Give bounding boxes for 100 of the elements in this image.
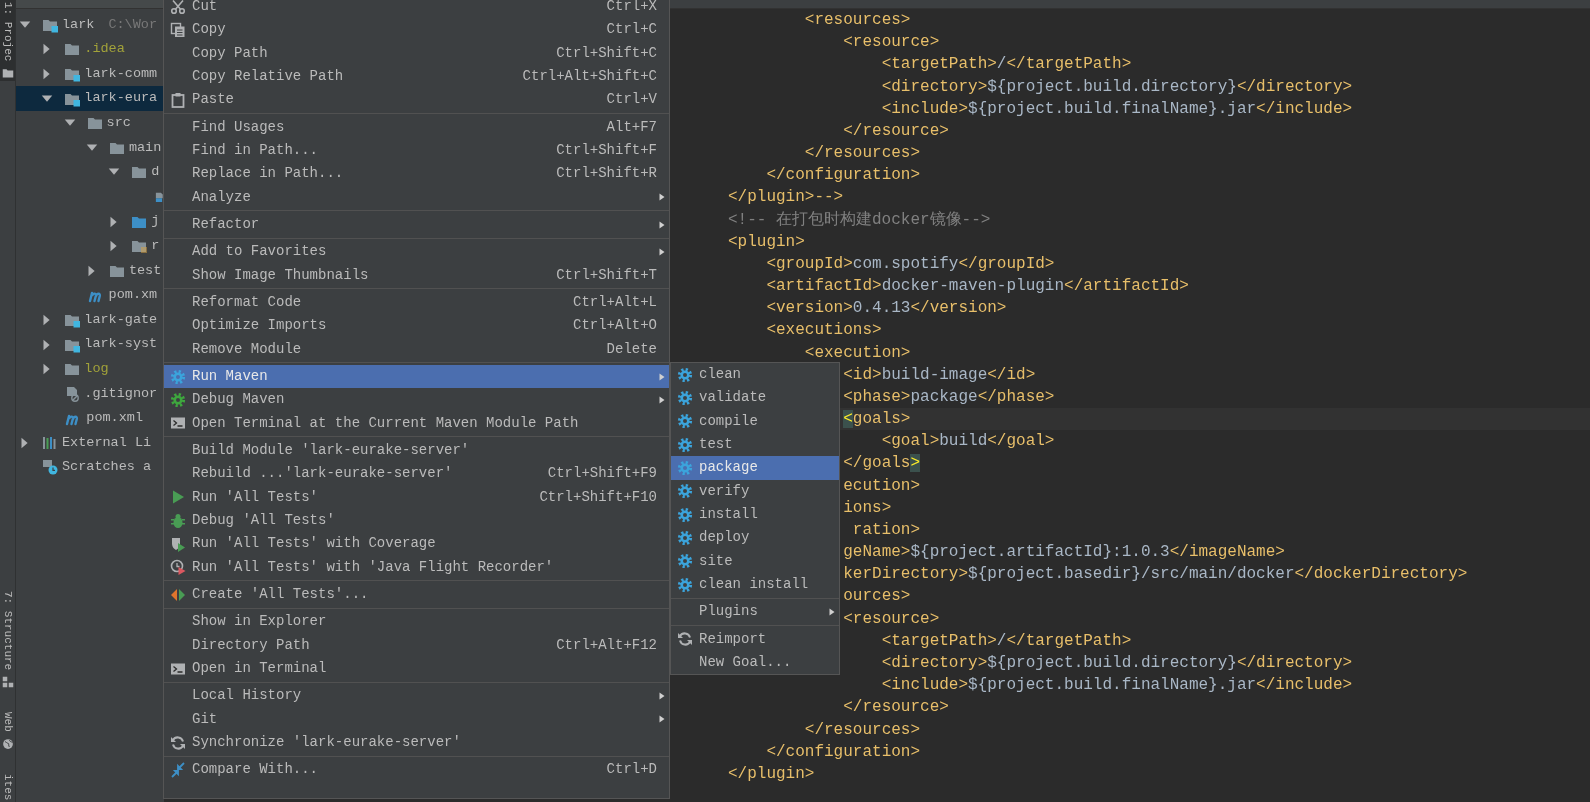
menu-item[interactable]: test xyxy=(671,433,839,457)
gear-icon xyxy=(677,413,693,430)
tree-item[interactable]: .idea xyxy=(16,37,164,62)
menu-item[interactable]: compile xyxy=(671,409,839,433)
menu-item[interactable]: Copy Path Ctrl+Shift+C xyxy=(164,41,669,65)
code-line: </resource> xyxy=(843,120,949,142)
menu-item[interactable]: verify xyxy=(671,479,839,503)
bug-icon xyxy=(170,512,186,529)
menu-item[interactable]: clean xyxy=(671,363,839,387)
menu-item[interactable]: Open in Terminal xyxy=(164,656,669,681)
code-line: <artifactId>docker-maven-plugin</artifactId> xyxy=(766,276,1189,298)
terminal-icon xyxy=(170,415,186,432)
tree-item[interactable]: log xyxy=(16,356,164,382)
menu-item[interactable]: New Goal... xyxy=(671,650,839,675)
menu-item[interactable]: Run Maven xyxy=(164,364,669,389)
code-line: <goals> xyxy=(843,409,911,431)
code-line: geName>${project.artifactId}:1.0.3</imageName> xyxy=(843,542,1285,564)
menu-item[interactable]: Refactor xyxy=(164,212,669,237)
code-line: <executions> xyxy=(766,320,882,342)
code-line: <include>${project.build.finalName}.jar</include> xyxy=(881,675,1353,697)
tree-item[interactable]: d xyxy=(16,160,164,185)
menu-item[interactable]: Paste Ctrl+V xyxy=(164,88,669,112)
menu-item[interactable]: Open Terminal at the Current Maven Module Path xyxy=(164,411,669,435)
menu-item[interactable]: Cut Ctrl+X xyxy=(164,0,669,19)
tool-window-button[interactable]: 1: Projec xyxy=(0,0,15,82)
code-line: ources> xyxy=(843,586,911,608)
menu-item[interactable]: validate xyxy=(671,386,839,410)
menu-item[interactable]: Replace in Path... Ctrl+Shift+R xyxy=(164,162,669,186)
tree-item[interactable]: main xyxy=(16,135,164,161)
menu-item[interactable]: Run 'All Tests' with 'Java Flight Recorder' xyxy=(164,555,669,579)
gear-icon xyxy=(170,368,186,385)
menu-item[interactable]: Find Usages Alt+F7 xyxy=(164,115,669,139)
clipboard-icon xyxy=(170,91,186,108)
menu-item[interactable]: Remove Module Delete xyxy=(164,337,669,361)
menu-item[interactable]: Plugins xyxy=(671,600,839,624)
menu-item[interactable]: Copy Relative Path Ctrl+Alt+Shift+C xyxy=(164,65,669,89)
tree-item[interactable]: test xyxy=(16,258,164,284)
menu-item[interactable]: Synchronize 'lark-eurake-server' xyxy=(164,730,669,755)
folder-icon xyxy=(86,115,103,132)
menu-item[interactable]: install xyxy=(671,502,839,527)
code-line: <directory>${project.build.directory}</directory> xyxy=(881,76,1353,98)
gear-icon xyxy=(677,506,693,523)
menu-item[interactable]: Reimport xyxy=(671,627,839,651)
tree-item[interactable]: Scratches a xyxy=(16,455,164,480)
tree-item[interactable]: lark-comm xyxy=(16,61,164,87)
menu-item[interactable]: Rebuild ...'lark-eurake-server' Ctrl+Shift+F9 xyxy=(164,462,669,486)
menu-item[interactable]: Find in Path... Ctrl+Shift+F xyxy=(164,138,669,163)
tool-window-button[interactable]: 7: Structure xyxy=(0,588,15,690)
tool-window-button[interactable]: ites xyxy=(0,771,15,802)
copy-icon xyxy=(170,22,186,38)
code-line: ecution> xyxy=(843,475,921,497)
menu-item[interactable]: Add to Favorites xyxy=(164,240,669,264)
menu-item[interactable]: Run 'All Tests' with Coverage xyxy=(164,532,669,556)
gear-icon xyxy=(677,390,693,406)
tree-item[interactable]: lark-gate xyxy=(16,307,164,333)
code-line: <!-- 在打包时构建docker镜像--> xyxy=(728,209,991,231)
tool-window-button[interactable]: Web xyxy=(0,709,15,752)
tree-item[interactable]: j xyxy=(16,209,164,234)
code-line: </resources> xyxy=(804,719,921,741)
tree-item[interactable]: .gitignor xyxy=(16,381,164,406)
module-folder-icon xyxy=(64,66,81,82)
menu-item[interactable]: Run 'All Tests' Ctrl+Shift+F10 xyxy=(164,485,669,509)
tree-item[interactable]: lark-syst xyxy=(16,332,164,357)
menu-item[interactable]: package xyxy=(671,456,839,480)
folder-icon xyxy=(64,361,81,378)
code-line: ions> xyxy=(843,497,892,519)
gear-icon xyxy=(677,366,693,383)
code-line: </plugin>--> xyxy=(728,187,844,209)
structure-icon xyxy=(1,675,14,688)
menu-item[interactable]: Compare With... Ctrl+D xyxy=(164,758,669,782)
resource-folder-icon xyxy=(131,238,148,255)
menu-item[interactable]: Directory Path Ctrl+Alt+F12 xyxy=(164,633,669,657)
menu-item[interactable]: clean install xyxy=(671,572,839,597)
menu-item[interactable]: Show Image Thumbnails Ctrl+Shift+T xyxy=(164,263,669,287)
tree-item[interactable]: src xyxy=(16,110,164,136)
menu-item[interactable]: Git xyxy=(164,707,669,731)
menu-item[interactable]: Local History xyxy=(164,684,669,708)
menu-item[interactable]: Create 'All Tests'... xyxy=(164,582,669,607)
code-line: <resources> xyxy=(804,10,911,31)
tree-item[interactable]: lark C:\Wor xyxy=(16,12,164,38)
menu-item[interactable]: Reformat Code Ctrl+Alt+L xyxy=(164,290,669,315)
ignore-file-icon xyxy=(64,385,81,402)
code-line: <id>build-image</id> xyxy=(843,364,1036,386)
menu-item[interactable]: deploy xyxy=(671,526,839,550)
menu-item[interactable]: Optimize Imports Ctrl+Alt+O xyxy=(164,314,669,338)
menu-item[interactable]: Debug Maven xyxy=(164,388,669,412)
menu-item[interactable]: Build Module 'lark-eurake-server' xyxy=(164,438,669,463)
tree-item[interactable]: pom.xm xyxy=(16,283,164,308)
menu-item[interactable]: Analyze xyxy=(164,185,669,209)
tree-item[interactable]: pom.xml xyxy=(16,406,164,431)
tree-item[interactable]: r xyxy=(16,233,164,259)
menu-item[interactable]: Copy Ctrl+C xyxy=(164,18,669,42)
tree-item[interactable]: lark-eura xyxy=(16,86,164,111)
menu-item[interactable]: Debug 'All Tests' xyxy=(164,508,669,533)
code-line: </configuration> xyxy=(766,741,921,763)
menu-item[interactable]: Show in Explorer xyxy=(164,610,669,634)
code-line: </resource> xyxy=(843,697,949,719)
code-line: <resource> xyxy=(843,608,940,630)
menu-item[interactable]: site xyxy=(671,549,839,573)
tree-item[interactable]: External Li xyxy=(16,430,164,456)
